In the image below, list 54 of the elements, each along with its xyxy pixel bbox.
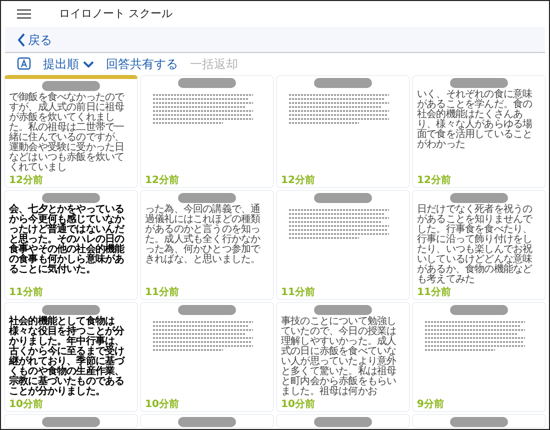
answer-card[interactable]: 事技のことについて勉強していたので、今日の授業は理解しやすいかった。成人式の日に赤飯を食べていない人が思っていたより意外と多くて驚いた。私は祖母と町内会から赤飯をもらいました。祖母は何かお 10分前	[276, 302, 410, 412]
sort-dropdown[interactable]: 提出順	[43, 55, 94, 73]
answer-text: 日だけでなく死者を祝うのがあることを知りませんでした。行事食を食べたり、行事に沿って飾り付けをしたり、いつも楽しんでお祝いしているけどどんな意味があるか、食物の機能なども考えてみた	[417, 205, 534, 285]
answer-card[interactable]: 社会的機能として食物は様々な役目を持つことが分かりました。年中行事は、古くから今に至るまで受け継がれており、季節に基づくものや食物の生産作業、宗教に基づいたものであることが分かりました。 10分前	[4, 302, 138, 412]
redaction-bar	[314, 78, 372, 88]
answer-card[interactable]: 日だけでなく死者を祝うのがあることを知りませんでした。行事食を食べたり、行事に沿って飾り付けをしたり、いつも楽しんでお祝いしているけどどんな意味があるか、食物の機能なども考えてみた 11分前	[412, 190, 546, 300]
redaction-bar	[178, 78, 236, 88]
back-chevron-icon	[17, 32, 26, 46]
elapsed-time: 12分前	[417, 174, 452, 187]
answer-card[interactable]: 会、七夕とかをやっているから今更何も感じていなかったけど普通ではないんだと思った。そのハレの日の食事やその他の社会的機能の食事も何かしら意味があることに気付いた。 11分前	[4, 190, 138, 300]
elapsed-time: 10分前	[145, 398, 180, 411]
elapsed-time: 12分前	[9, 174, 44, 187]
answer-card[interactable]: いく、それぞれの食に意味があることを学んだ。食の社会的機能はたくさんあり、様々な人があらゆる場面で食を活用していることがわかった 12分前	[412, 75, 546, 188]
chevron-down-icon	[83, 60, 94, 68]
redaction-bar	[314, 417, 372, 427]
answer-card[interactable]	[276, 414, 410, 428]
answer-card[interactable]: った為、今回の講義で、通過儀礼にはこれほどの種類があるのかと言うのを知った。成人式も全く行かなかった為、何かひとつ参加できればな、と思いました。 11分前	[140, 190, 274, 300]
redaction-bar	[450, 78, 508, 88]
elapsed-time: 12分前	[281, 174, 316, 187]
elapsed-time: 10分前	[9, 398, 44, 411]
answer-text: った為、今回の講義で、通過儀礼にはこれほどの種類があるのかと言うのを知った。成人式も全く行かなかった為、何かひとつ参加できればな、と思いました。	[145, 205, 262, 265]
toolbar-action[interactable]: 回答共有する	[106, 55, 178, 73]
redaction-bar	[314, 305, 372, 315]
back-button[interactable]: 戻る	[17, 30, 52, 48]
answer-text: 会、七夕とかをやっているから今更何も感じていなかったけど普通ではないんだと思った。そのハレの日の食事やその他の社会的機能の食事も何かしら意味があることに気付いた。	[9, 205, 126, 275]
answer-text: で御飯を食べなかったのですが、成人式の前日に祖母が赤飯を炊いてくれました。私の祖母は二世帯で一緒に住んでいるのですが、運動会や受験に受かった日などはいつも赤飯を炊いてくれていまし	[9, 93, 126, 173]
redaction-bar	[450, 305, 508, 315]
elapsed-time: 11分前	[281, 286, 316, 299]
redaction-bar	[42, 417, 100, 427]
answer-card[interactable]: で御飯を食べなかったのですが、成人式の前日に祖母が赤飯を炊いてくれました。私の祖母は二世帯で一緒に住んでいるのですが、運動会や受験に受かった日などはいつも赤飯を炊いてくれていまし 12分前	[4, 75, 138, 188]
redaction-bar	[42, 81, 100, 91]
elapsed-time: 12分前	[145, 174, 180, 187]
redaction-bar	[178, 417, 236, 427]
answer-card[interactable]	[140, 414, 274, 428]
redaction-bar	[42, 193, 100, 203]
elapsed-time: 11分前	[9, 286, 44, 299]
menu-icon[interactable]	[17, 9, 31, 19]
answer-card[interactable]	[4, 414, 138, 428]
redaction-bar	[42, 305, 100, 315]
answer-text: 事技のことについて勉強していたので、今日の授業は理解しやすいかった。成人式の日に赤飯を食べていない人が思っていたより意外と多くて驚いた。私は祖母と町内会から赤飯をもらいました。祖母は何かお	[281, 317, 398, 397]
elapsed-time: 11分前	[145, 286, 180, 299]
elapsed-time: 10分前	[281, 398, 316, 411]
answer-text: いく、それぞれの食に意味があることを学んだ。食の社会的機能はたくさんあり、様々な人があらゆる場面で食を活用していることがわかった	[417, 90, 534, 150]
caption-icon[interactable]	[17, 57, 31, 71]
answer-text: 社会的機能として食物は様々な役目を持つことが分かりました。年中行事は、古くから今に至るまで受け継がれており、季節に基づくものや食物の生産作業、宗教に基づいたものであることが分かりました。	[9, 317, 126, 397]
redaction-bar	[450, 417, 508, 427]
redaction-bar	[178, 305, 236, 315]
redaction-bar	[450, 193, 508, 203]
redaction-bar	[178, 193, 236, 203]
app-title: ロイロノート スクール	[59, 6, 172, 22]
answer-card[interactable]	[412, 414, 546, 428]
redaction-bar	[314, 193, 372, 203]
elapsed-time: 9分前	[417, 398, 445, 411]
elapsed-time: 11分前	[417, 286, 452, 299]
